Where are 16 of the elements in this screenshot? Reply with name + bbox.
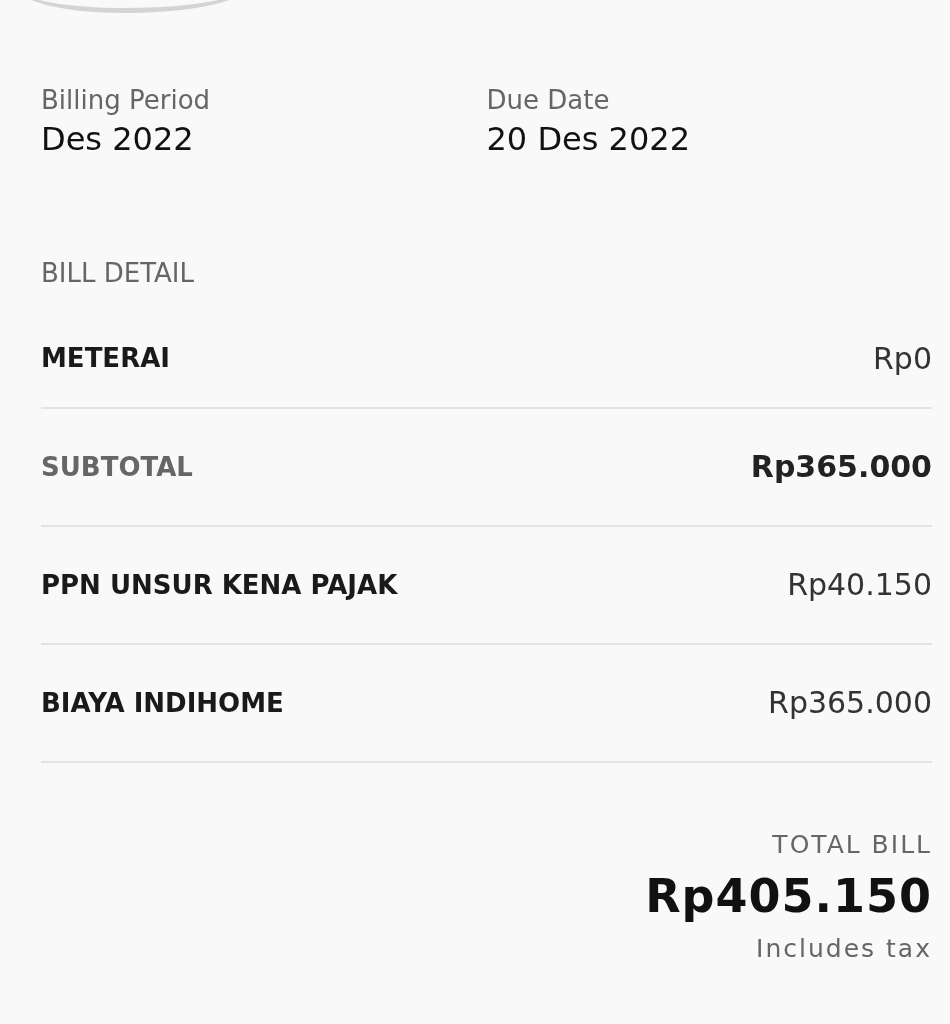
line-item-amount: Rp365.000 — [768, 685, 932, 720]
tax-note: Includes tax — [756, 933, 932, 965]
line-item-label: PPN UNSUR KENA PAJAK — [41, 569, 398, 600]
field-label: Billing Period — [41, 84, 212, 116]
total-amount: Rp405.150 — [645, 868, 932, 925]
line-item-amount: Rp365.000 — [750, 449, 932, 484]
line-item-label: BIAYA INDIHOME — [41, 687, 284, 718]
line-item-amount: Rp40.150 — [787, 567, 932, 602]
line-item-label: METERAI — [41, 343, 170, 373]
field-value: 20 Des 2022 — [486, 119, 691, 160]
line-item-label: SUBTOTAL — [41, 451, 193, 482]
section-title: BILL DETAIL — [41, 257, 195, 290]
total-label: TOTAL BILL — [772, 829, 932, 861]
field-value: Des 2022 — [41, 119, 195, 160]
field-label: Due Date — [486, 84, 611, 116]
line-item-amount: Rp0 — [873, 340, 932, 376]
